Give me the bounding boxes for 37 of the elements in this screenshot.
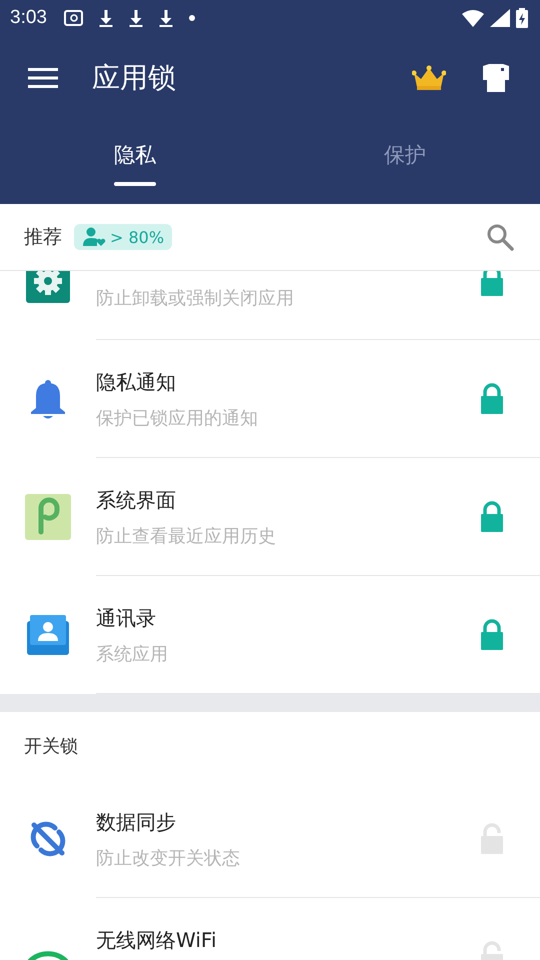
switch-name: 数据同步 <box>96 808 177 836</box>
switch-name: 无线网络WiFi <box>96 926 218 954</box>
crown-icon[interactable] <box>412 65 446 91</box>
rating-badge: > 80% <box>74 224 172 250</box>
gear-icon <box>26 271 70 303</box>
app-description: 防止查看最近应用历史 <box>96 524 277 548</box>
app-name: 隐私通知 <box>96 368 177 396</box>
app-name: 系统界面 <box>96 486 177 514</box>
contacts-icon <box>27 615 69 655</box>
switch-description: 防止改变开关状态 <box>96 846 241 870</box>
battery-icon <box>516 8 528 28</box>
download-icon <box>158 8 173 28</box>
lock-icon[interactable] <box>480 271 504 297</box>
lock-icon[interactable] <box>480 383 504 415</box>
shirt-icon[interactable] <box>480 63 512 93</box>
app-description: 防止卸载或强制关闭应用 <box>96 287 295 310</box>
app-title: 应用锁 <box>92 60 176 96</box>
cell-signal-icon <box>490 9 510 27</box>
app-name: 通讯录 <box>96 604 157 632</box>
tab[interactable]: 隐私 <box>0 120 270 204</box>
letter-p-icon <box>25 494 71 540</box>
bell-icon <box>30 378 66 420</box>
app-description: 保护已锁应用的通知 <box>96 406 259 430</box>
dot-icon <box>188 15 195 21</box>
status-time: 3:03 <box>10 7 47 29</box>
section-title: 开关锁 <box>23 735 79 759</box>
wifi-signal-icon <box>462 9 484 27</box>
app-description: 系统应用 <box>96 642 169 666</box>
menu-icon[interactable] <box>28 67 58 89</box>
lock-icon[interactable] <box>480 619 504 651</box>
safe-icon <box>62 8 83 28</box>
download-icon <box>128 8 143 28</box>
search-icon[interactable] <box>486 223 514 251</box>
tab[interactable]: 保护 <box>270 120 540 204</box>
lock-icon[interactable] <box>480 501 504 533</box>
recommend-label: 推荐 <box>24 225 62 250</box>
download-icon <box>98 8 113 28</box>
